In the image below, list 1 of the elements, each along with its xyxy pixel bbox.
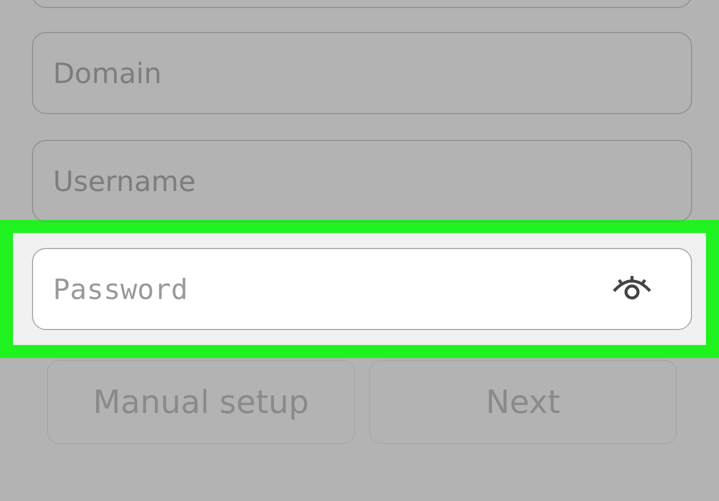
input-field[interactable]: Password	[32, 248, 692, 330]
